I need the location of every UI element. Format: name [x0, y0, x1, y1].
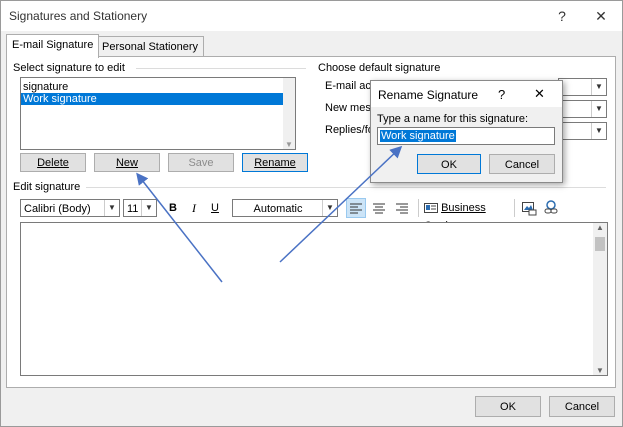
align-center-button[interactable] — [369, 198, 389, 218]
edit-signature-label: Edit signature — [13, 181, 81, 193]
save-button-label: Save — [188, 157, 214, 169]
font-size-combo[interactable]: 11 ▼ — [123, 199, 157, 217]
close-button[interactable]: ✕ — [587, 5, 615, 27]
new-messages-label: New mess — [325, 102, 377, 114]
tab-email-signature[interactable]: E-mail Signature — [6, 34, 100, 58]
scroll-down-icon[interactable]: ▼ — [285, 140, 293, 149]
rename-name-input[interactable]: Work signature — [377, 127, 555, 145]
help-button[interactable]: ? — [548, 5, 576, 27]
font-color-value: Automatic — [253, 203, 303, 215]
rename-dialog-close-button[interactable]: ✕ — [534, 86, 545, 102]
window-title: Signatures and Stationery — [9, 9, 148, 23]
bold-button[interactable]: B — [166, 199, 180, 217]
rename-ok-label: OK — [441, 159, 457, 171]
tab-personal-stationery[interactable]: Personal Stationery — [96, 36, 204, 57]
toolbar-separator — [514, 199, 515, 217]
tab-personal-stationery-label: Personal Stationery — [102, 41, 198, 53]
cancel-button-label: Cancel — [564, 401, 600, 413]
new-button[interactable]: New — [94, 153, 160, 172]
align-right-icon — [396, 203, 408, 214]
ok-button[interactable]: OK — [475, 396, 541, 417]
business-card-button[interactable]: Business Card — [424, 199, 510, 232]
hyperlink-icon — [544, 200, 558, 214]
delete-button-label: Delete — [37, 157, 69, 169]
rename-button-label: Rename — [254, 157, 296, 169]
rename-prompt-label: Type a name for this signature: — [377, 113, 529, 125]
dropdown-arrow-icon[interactable]: ▼ — [591, 79, 606, 95]
rename-cancel-button[interactable]: Cancel — [489, 154, 555, 174]
dropdown-arrow-icon[interactable]: ▼ — [591, 101, 606, 117]
replies-forwards-label: Replies/fo — [325, 124, 374, 136]
business-card-icon — [424, 203, 438, 214]
scroll-up-icon[interactable]: ▲ — [596, 223, 604, 232]
new-button-label: New — [115, 157, 138, 169]
signature-editor[interactable]: ▲ ▼ — [20, 222, 608, 376]
title-bar: Signatures and Stationery ? ✕ — [1, 1, 622, 31]
scroll-down-icon[interactable]: ▼ — [596, 366, 604, 375]
scrollbar-thumb[interactable] — [595, 237, 605, 251]
rename-ok-button[interactable]: OK — [417, 154, 481, 174]
signature-list[interactable]: signature Work signature ▼ — [20, 77, 296, 150]
font-size-value: 11 — [127, 203, 139, 215]
rename-button[interactable]: Rename — [242, 153, 308, 172]
rename-cancel-label: Cancel — [504, 159, 540, 171]
ok-button-label: OK — [500, 401, 516, 413]
insert-picture-button[interactable] — [520, 199, 538, 217]
underline-button[interactable]: U — [208, 199, 222, 217]
font-value: Calibri (Body) — [24, 203, 91, 215]
divider — [86, 187, 606, 188]
default-signature-label: Choose default signature — [318, 62, 441, 74]
tab-email-signature-label: E-mail Signature — [12, 39, 94, 51]
rename-dialog: Rename Signature ? ✕ Type a name for thi… — [370, 80, 563, 183]
delete-button[interactable]: Delete — [20, 153, 86, 172]
rename-name-value: Work signature — [380, 130, 456, 142]
align-left-button[interactable] — [346, 198, 366, 218]
select-signature-label: Select signature to edit — [13, 62, 125, 74]
align-left-icon — [350, 203, 362, 214]
toolbar-separator — [418, 199, 419, 217]
dropdown-arrow-icon[interactable]: ▼ — [104, 200, 119, 216]
rename-dialog-title: Rename Signature — [378, 88, 479, 102]
email-account-label: E-mail acc — [325, 80, 377, 92]
rename-dialog-title-bar: Rename Signature ? ✕ — [371, 81, 562, 107]
list-scrollbar[interactable]: ▼ — [283, 78, 295, 149]
rename-dialog-help-button[interactable]: ? — [498, 87, 505, 102]
align-right-button[interactable] — [392, 198, 412, 218]
font-combo[interactable]: Calibri (Body) ▼ — [20, 199, 120, 217]
cancel-button[interactable]: Cancel — [549, 396, 615, 417]
italic-button[interactable]: I — [187, 199, 201, 217]
email-account-combo[interactable]: ▼ — [558, 78, 607, 96]
font-color-combo[interactable]: Automatic ▼ — [232, 199, 338, 217]
new-messages-combo[interactable]: ▼ — [558, 100, 607, 118]
dropdown-arrow-icon[interactable]: ▼ — [322, 200, 337, 216]
dropdown-arrow-icon[interactable]: ▼ — [141, 200, 156, 216]
save-button[interactable]: Save — [168, 153, 234, 172]
insert-hyperlink-button[interactable] — [542, 199, 560, 217]
editor-scrollbar[interactable]: ▲ ▼ — [593, 223, 607, 375]
align-center-icon — [373, 203, 385, 214]
list-item-signature[interactable]: signature — [21, 81, 295, 93]
replies-forwards-combo[interactable]: ▼ — [558, 122, 607, 140]
picture-icon — [522, 202, 537, 216]
dropdown-arrow-icon[interactable]: ▼ — [591, 123, 606, 139]
list-item-work-signature[interactable]: Work signature — [21, 93, 290, 105]
divider — [136, 68, 306, 69]
